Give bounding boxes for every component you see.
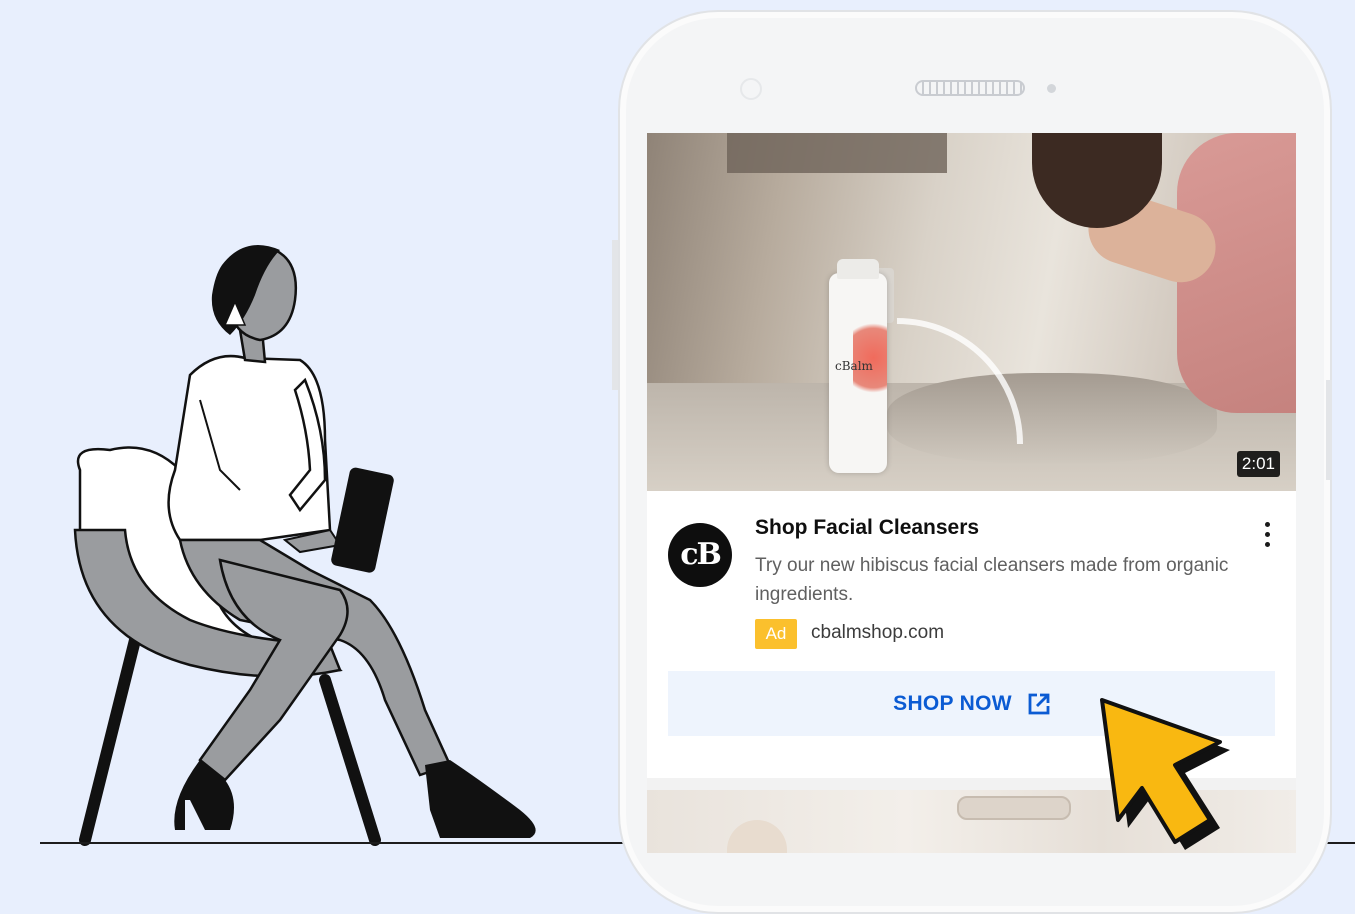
phone-sensor bbox=[1047, 84, 1056, 93]
advertiser-logo[interactable]: cB bbox=[668, 523, 732, 587]
external-link-icon bbox=[1028, 693, 1050, 715]
phone-speaker bbox=[915, 80, 1025, 96]
person-washing-face bbox=[1027, 133, 1296, 413]
mirror-shape bbox=[957, 796, 1071, 820]
more-vert-icon[interactable] bbox=[1257, 519, 1277, 553]
phone-volume-button bbox=[1326, 380, 1332, 480]
ad-domain[interactable]: cbalmshop.com bbox=[811, 622, 944, 644]
mirror-shape bbox=[727, 133, 947, 173]
bottle-cap bbox=[837, 259, 879, 279]
video-duration: 2:01 bbox=[1236, 451, 1280, 477]
front-camera bbox=[740, 78, 762, 100]
ad-title[interactable]: Shop Facial Cleansers bbox=[755, 516, 979, 540]
shop-now-label: SHOP NOW bbox=[893, 691, 1012, 715]
cursor-arrow-icon bbox=[1100, 698, 1230, 850]
ad-description: Try our new hibiscus facial cleansers ma… bbox=[755, 555, 1229, 605]
bottle-brand-label: cBalm bbox=[835, 359, 873, 373]
water-stream bbox=[897, 318, 1023, 444]
woman-illustration bbox=[73, 245, 536, 846]
coral-shape bbox=[727, 820, 787, 853]
ad-badge: Ad bbox=[755, 619, 797, 649]
hibiscus-graphic bbox=[853, 313, 887, 403]
video-thumbnail[interactable]: cBalm 2:01 bbox=[647, 133, 1296, 491]
phone-side-button bbox=[612, 240, 618, 390]
cleanser-bottle: cBalm bbox=[829, 259, 887, 473]
